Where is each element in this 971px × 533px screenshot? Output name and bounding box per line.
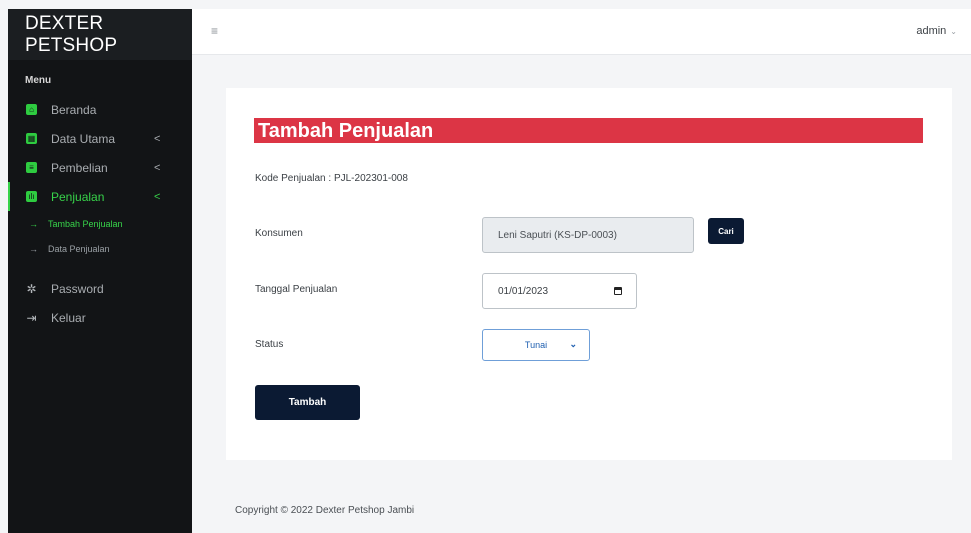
gear-icon: ✲ [26,281,37,296]
status-select[interactable]: Tunai ⌄ [482,329,590,361]
user-menu[interactable]: admin ⌄ [916,25,957,37]
page-title: Tambah Penjualan [258,120,434,142]
user-name: admin [916,25,947,37]
home-icon: ⌂ [26,104,37,115]
sidebar-subitem-label: Data Penjualan [48,243,110,254]
tambah-button[interactable]: Tambah [255,385,360,420]
chevron-down-icon: ⌄ [950,27,957,36]
sidebar-item-label: Data Utama [51,131,116,146]
hamburger-menu-icon[interactable]: ≡ [211,24,218,38]
footer-copyright: Copyright © 2022 Dexter Petshop Jambi [235,505,415,516]
menu-heading: Menu [25,75,52,86]
brand-title: DEXTER PETSHOP [8,9,192,60]
sidebar-item-label: Keluar [51,310,86,325]
arrow-right-icon: → [29,243,38,254]
sidebar-item-label: Password [51,281,104,296]
sidebar-item-label: Penjualan [51,189,105,204]
list-icon: ≡ [26,162,37,173]
sidebar-subitem-tambah-penjualan[interactable]: → Tambah Penjualan [8,211,192,236]
calendar-icon[interactable] [614,287,622,295]
sidebar-item-password[interactable]: ✲ Password [8,274,192,303]
sidebar-item-label: Beranda [51,102,97,117]
page-title-bar: Tambah Penjualan [254,118,923,143]
sidebar: DEXTER PETSHOP Menu ⌂ Beranda ▦ Data Uta… [8,9,192,533]
chevron-left-icon: < [154,161,161,174]
sidebar-item-pembelian[interactable]: ≡ Pembelian < [8,153,192,182]
sidebar-item-keluar[interactable]: ⇥ Keluar [8,303,192,332]
active-indicator [8,182,10,211]
chevron-left-icon: < [154,132,161,145]
tanggal-input[interactable]: 01/01/2023 [482,273,637,309]
arrow-right-icon: → [29,218,38,229]
tanggal-value: 01/01/2023 [498,285,549,297]
kode-penjualan: Kode Penjualan : PJL-202301-008 [255,173,408,184]
status-label: Status [255,339,284,350]
sidebar-item-beranda[interactable]: ⌂ Beranda [8,95,192,124]
chevron-left-icon: < [154,190,161,203]
chart-icon: ılı [26,191,37,202]
sidebar-item-penjualan[interactable]: ılı Penjualan < [8,182,192,211]
konsumen-field: Leni Saputri (KS-DP-0003) [482,217,694,253]
table-icon: ▦ [26,133,37,144]
status-value: Tunai [524,340,548,350]
konsumen-label: Konsumen [255,228,303,239]
form-card: Tambah Penjualan Kode Penjualan : PJL-20… [226,88,952,460]
konsumen-value: Leni Saputri (KS-DP-0003) [498,229,617,241]
sidebar-subitem-label: Tambah Penjualan [48,218,123,229]
chevron-down-icon: ⌄ [569,339,577,349]
cari-button[interactable]: Cari [708,218,744,244]
sidebar-subitem-data-penjualan[interactable]: → Data Penjualan [8,236,192,261]
tanggal-label: Tanggal Penjualan [255,284,338,295]
sidebar-item-data-utama[interactable]: ▦ Data Utama < [8,124,192,153]
top-bar: ≡ admin ⌄ [192,9,971,55]
sidebar-item-label: Pembelian [51,160,108,175]
logout-icon: ⇥ [26,310,37,325]
